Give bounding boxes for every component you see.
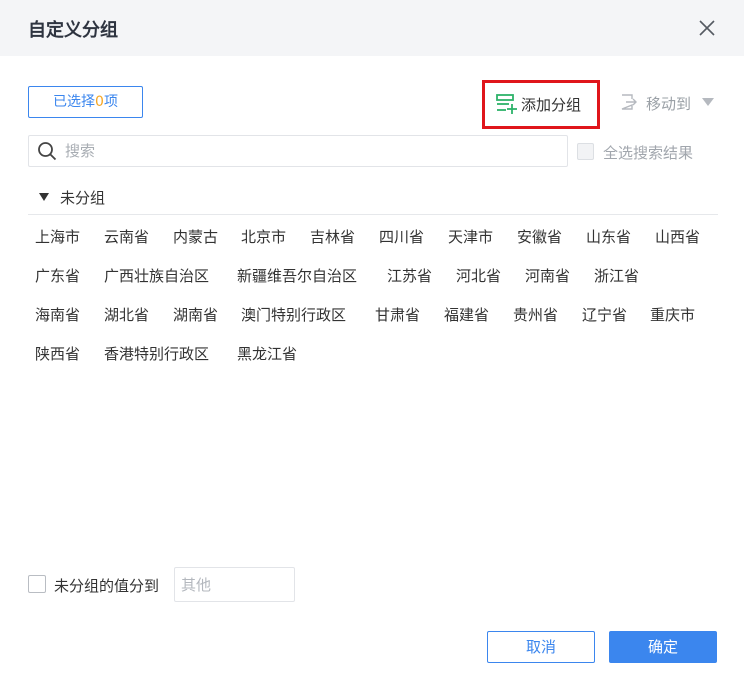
add-group-button[interactable]: 添加分组 — [482, 80, 600, 129]
group-item[interactable]: 山西省 — [648, 222, 707, 251]
group-item[interactable]: 安徽省 — [510, 222, 569, 251]
group-item[interactable]: 黑龙江省 — [230, 339, 304, 368]
group-item[interactable]: 浙江省 — [587, 261, 646, 290]
group-item[interactable]: 河北省 — [449, 261, 508, 290]
add-group-label: 添加分组 — [521, 96, 582, 114]
group-item[interactable]: 澳门特别行政区 — [234, 300, 353, 329]
group-item[interactable]: 吉林省 — [303, 222, 362, 251]
collapse-triangle-icon[interactable] — [39, 193, 49, 201]
selected-count: 0 — [95, 94, 104, 110]
group-item[interactable]: 重庆市 — [643, 300, 702, 329]
chevron-down-icon — [702, 98, 714, 106]
group-name: 未分组 — [60, 189, 106, 207]
group-item[interactable]: 天津市 — [441, 222, 500, 251]
group-item[interactable]: 香港特别行政区 — [97, 339, 216, 368]
search-box — [28, 135, 568, 167]
search-input[interactable] — [65, 138, 560, 164]
ungrouped-checkbox[interactable] — [28, 575, 46, 593]
ungrouped-label: 未分组的值分到 — [54, 577, 160, 595]
dialog-title: 自定义分组 — [28, 20, 118, 41]
group-item[interactable]: 新疆维吾尔自治区 — [230, 261, 364, 290]
add-group-icon — [496, 94, 517, 114]
cancel-button[interactable]: 取消 — [487, 631, 595, 663]
group-item[interactable]: 湖北省 — [97, 300, 156, 329]
close-icon[interactable] — [696, 17, 718, 39]
group-item[interactable]: 辽宁省 — [575, 300, 634, 329]
search-icon — [38, 142, 57, 161]
group-item[interactable]: 甘肃省 — [368, 300, 427, 329]
group-item[interactable]: 四川省 — [372, 222, 431, 251]
selected-prefix: 已选择 — [53, 94, 96, 110]
group-header-ungrouped: 未分组 — [28, 185, 718, 215]
dialog-header: 自定义分组 — [0, 0, 744, 56]
group-item[interactable]: 广东省 — [28, 261, 87, 290]
group-item[interactable]: 北京市 — [234, 222, 293, 251]
group-item[interactable]: 海南省 — [28, 300, 87, 329]
group-item[interactable]: 福建省 — [437, 300, 496, 329]
group-item[interactable]: 贵州省 — [506, 300, 565, 329]
select-all-checkbox[interactable] — [577, 143, 594, 160]
group-item[interactable]: 云南省 — [97, 222, 156, 251]
group-item[interactable]: 内蒙古 — [166, 222, 225, 251]
group-item[interactable]: 湖南省 — [166, 300, 225, 329]
move-to-icon — [621, 94, 637, 110]
group-item[interactable]: 江苏省 — [380, 261, 439, 290]
move-to-label: 移动到 — [646, 95, 692, 113]
group-item[interactable]: 河南省 — [518, 261, 577, 290]
group-item[interactable]: 上海市 — [28, 222, 87, 251]
group-item[interactable]: 广西壮族自治区 — [97, 261, 216, 290]
selected-count-button[interactable]: 已选择0项 — [28, 86, 143, 118]
other-group-input[interactable] — [174, 567, 295, 602]
group-item[interactable]: 山东省 — [579, 222, 638, 251]
select-all-label: 全选搜索结果 — [603, 144, 694, 162]
selected-suffix: 项 — [103, 94, 118, 110]
group-item[interactable]: 陕西省 — [28, 339, 87, 368]
ok-button[interactable]: 确定 — [609, 631, 717, 663]
